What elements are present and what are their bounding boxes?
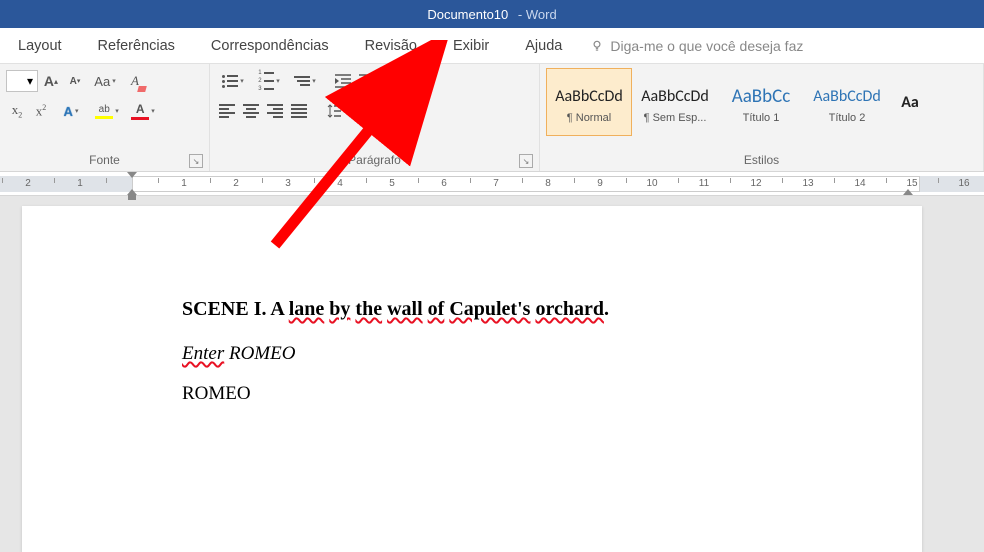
group-font-label: Fonte: [89, 153, 120, 167]
group-paragraph-label: Parágrafo: [348, 153, 401, 167]
superscript-button[interactable]: x2: [30, 100, 52, 122]
tell-me-search[interactable]: Diga-me o que você deseja faz: [590, 38, 803, 54]
text-effects-button[interactable]: A▾: [54, 100, 88, 122]
document-title: Documento10: [427, 7, 508, 22]
lightbulb-icon: [590, 39, 604, 53]
line-spacing-button[interactable]: ▾: [320, 100, 354, 122]
group-font: ▾ A▴ A▾ Aa▾ A x2 x2 A▾ ab▾ A▾ Fonte: [0, 64, 210, 171]
clear-formatting-button[interactable]: A: [124, 70, 146, 92]
document-area: SCENE I. A lane by the wall of Capulet's…: [0, 196, 984, 552]
tab-review[interactable]: Revisão: [347, 28, 435, 64]
style-heading1[interactable]: AaBbCc Título 1: [718, 68, 804, 136]
font-color-button[interactable]: A▾: [126, 100, 160, 122]
increase-indent-icon: [359, 74, 375, 88]
style-normal[interactable]: AaBbCcDd ¶ Normal: [546, 68, 632, 136]
line-spacing-icon: [327, 104, 341, 118]
multilevel-list-button[interactable]: ▾: [288, 70, 322, 92]
shading-button[interactable]: ▾: [364, 100, 398, 122]
scene-heading[interactable]: SCENE I. A lane by the wall of Capulet's…: [182, 298, 922, 321]
tab-references[interactable]: Referências: [80, 28, 193, 64]
first-line-indent-marker[interactable]: [127, 172, 137, 178]
app-name: - Word: [514, 7, 556, 22]
sort-button[interactable]: AZ↓: [388, 70, 410, 92]
align-center-button[interactable]: [240, 100, 262, 122]
group-styles: AaBbCcDd ¶ Normal AaBbCcDd ¶ Sem Esp... …: [540, 64, 984, 171]
left-indent-marker[interactable]: [128, 195, 136, 200]
align-right-button[interactable]: [264, 100, 286, 122]
grow-font-button[interactable]: A▴: [40, 70, 62, 92]
font-dialog-launcher[interactable]: ↘: [189, 154, 203, 168]
subscript-button[interactable]: x2: [6, 100, 28, 122]
increase-indent-button[interactable]: [356, 70, 378, 92]
speaker-name[interactable]: ROMEO: [182, 383, 922, 405]
title-bar: Documento10 - Word: [0, 0, 984, 28]
horizontal-ruler[interactable]: 2112345678910111213141516: [0, 172, 984, 196]
styles-gallery: AaBbCcDd ¶ Normal AaBbCcDd ¶ Sem Esp... …: [546, 68, 977, 136]
tab-help[interactable]: Ajuda: [507, 28, 580, 64]
style-no-spacing[interactable]: AaBbCcDd ¶ Sem Esp...: [632, 68, 718, 136]
align-left-button[interactable]: [216, 100, 238, 122]
group-paragraph: ▾ 123▾ ▾ AZ↓ ¶: [210, 64, 540, 171]
ribbon-tabs: Layout Referências Correspondências Revi…: [0, 28, 984, 64]
tab-mailings[interactable]: Correspondências: [193, 28, 347, 64]
highlight-button[interactable]: ab▾: [90, 100, 124, 122]
group-styles-label: Estilos: [744, 153, 779, 167]
decrease-indent-button[interactable]: [332, 70, 354, 92]
page[interactable]: SCENE I. A lane by the wall of Capulet's…: [22, 206, 922, 552]
borders-button[interactable]: ▾: [400, 100, 434, 122]
tab-view[interactable]: Exibir: [435, 28, 507, 64]
justify-button[interactable]: [288, 100, 310, 122]
paint-bucket-icon: [371, 104, 385, 118]
borders-icon: [407, 104, 421, 118]
numbering-button[interactable]: 123▾: [252, 70, 286, 92]
show-marks-button[interactable]: ¶: [412, 70, 434, 92]
shrink-font-button[interactable]: A▾: [64, 70, 86, 92]
style-more[interactable]: Aa: [890, 68, 930, 136]
tab-layout[interactable]: Layout: [0, 28, 80, 64]
decrease-indent-icon: [335, 74, 351, 88]
stage-direction[interactable]: Enter ROMEO: [182, 343, 922, 365]
document-content[interactable]: SCENE I. A lane by the wall of Capulet's…: [182, 298, 922, 405]
ribbon: ▾ A▴ A▾ Aa▾ A x2 x2 A▾ ab▾ A▾ Fonte: [0, 64, 984, 172]
paragraph-dialog-launcher[interactable]: ↘: [519, 154, 533, 168]
style-heading2[interactable]: AaBbCcDd Título 2: [804, 68, 890, 136]
font-size-box[interactable]: ▾: [6, 70, 38, 92]
right-indent-marker[interactable]: [903, 189, 913, 195]
change-case-button[interactable]: Aa▾: [88, 70, 122, 92]
bullets-button[interactable]: ▾: [216, 70, 250, 92]
